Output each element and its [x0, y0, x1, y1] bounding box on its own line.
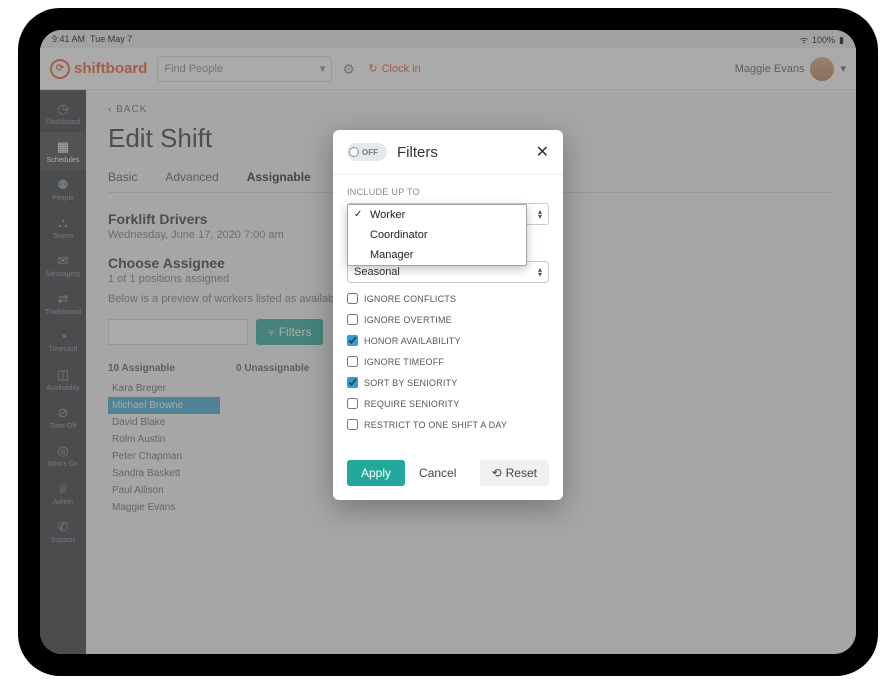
restrict-one-shift-checkbox[interactable]: RESTRICT TO ONE SHIFT A DAY [347, 419, 549, 430]
dropdown-option-manager[interactable]: Manager [348, 245, 526, 265]
dropdown-option-coordinator[interactable]: Coordinator [348, 225, 526, 245]
reset-button[interactable]: ⟲Reset [480, 460, 549, 486]
cancel-button[interactable]: Cancel [419, 466, 456, 480]
arrows-icon: ▴▾ [538, 267, 542, 277]
honor-availability-checkbox[interactable]: HONOR AVAILABILITY [347, 335, 549, 346]
ignore-timeoff-checkbox[interactable]: IGNORE TIMEOFF [347, 356, 549, 367]
require-seniority-checkbox[interactable]: REQUIRE SENIORITY [347, 398, 549, 409]
include-label: INCLUDE UP TO [347, 187, 549, 197]
screen: 9:41 AM Tue May 7 ᯤ100%▮ ⟳ shiftboard Fi… [40, 30, 856, 654]
sort-seniority-checkbox[interactable]: SORT BY SENIORITY [347, 377, 549, 388]
tablet-frame: • • • 9:41 AM Tue May 7 ᯤ100%▮ ⟳ shiftbo… [18, 8, 878, 676]
ignore-overtime-checkbox[interactable]: IGNORE OVERTIME [347, 314, 549, 325]
arrows-icon: ▴▾ [538, 209, 542, 219]
filters-modal: OFF Filters ✕ INCLUDE UP TO ▴▾ Seasonal▴… [333, 130, 563, 500]
refresh-icon: ⟲ [492, 466, 502, 480]
modal-title: Filters [397, 144, 438, 161]
include-dropdown: Worker Coordinator Manager [347, 204, 527, 266]
apply-button[interactable]: Apply [347, 460, 405, 486]
toggle-label: OFF [362, 148, 378, 157]
toggle-knob-icon [349, 147, 359, 157]
dropdown-option-worker[interactable]: Worker [348, 205, 526, 225]
close-icon[interactable]: ✕ [536, 142, 549, 162]
filters-toggle[interactable]: OFF [347, 143, 387, 161]
ignore-conflicts-checkbox[interactable]: IGNORE CONFLICTS [347, 293, 549, 304]
